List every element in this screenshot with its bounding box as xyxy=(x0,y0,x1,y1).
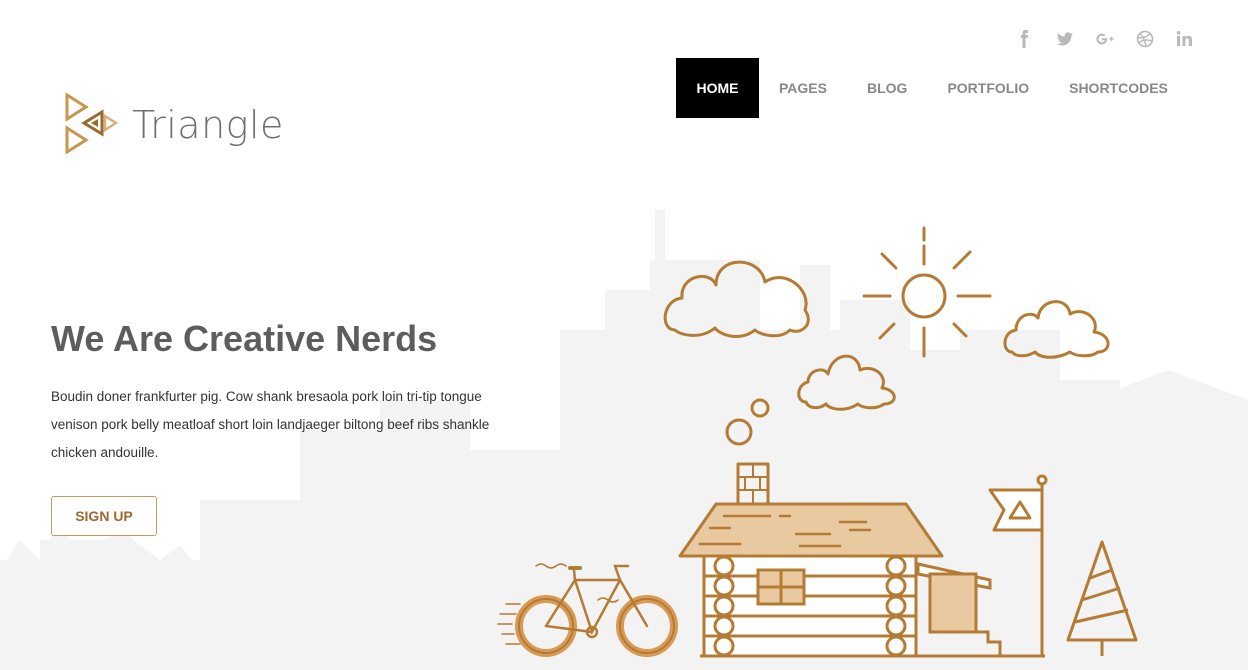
dribbble-icon[interactable] xyxy=(1134,28,1156,50)
google-plus-icon[interactable] xyxy=(1094,28,1116,50)
hero-illustration xyxy=(497,226,1138,658)
sign-up-button[interactable]: SIGN UP xyxy=(51,496,157,536)
social-links xyxy=(1014,28,1196,50)
hero-description: Boudin doner frankfurter pig. Cow shank … xyxy=(51,389,490,460)
cloud-icon xyxy=(663,260,810,338)
bicycle-icon xyxy=(497,563,678,657)
house-roof xyxy=(678,502,944,558)
brand-name: Triangle xyxy=(132,103,284,147)
house-window xyxy=(756,568,806,606)
cloud-icon xyxy=(1003,300,1110,359)
triangle-logo-icon xyxy=(65,92,119,154)
linkedin-icon[interactable] xyxy=(1174,28,1196,50)
hero-title: We Are Creative Nerds xyxy=(51,318,438,359)
tree-icon xyxy=(1066,540,1138,656)
brand-logo[interactable]: Triangle xyxy=(64,92,284,154)
nav-item-portfolio[interactable]: PORTFOLIO xyxy=(927,58,1049,118)
flag-icon xyxy=(988,474,1048,656)
sun-icon xyxy=(901,273,947,319)
main-nav: HOME PAGES BLOG PORTFOLIO SHORTCODES xyxy=(676,58,1188,118)
nav-item-pages[interactable]: PAGES xyxy=(759,58,847,118)
nav-item-home[interactable]: HOME xyxy=(676,58,759,118)
cloud-icon xyxy=(797,354,896,411)
facebook-icon[interactable] xyxy=(1014,28,1036,50)
nav-item-shortcodes[interactable]: SHORTCODES xyxy=(1049,58,1188,118)
twitter-icon[interactable] xyxy=(1054,28,1076,50)
nav-item-blog[interactable]: BLOG xyxy=(847,58,927,118)
